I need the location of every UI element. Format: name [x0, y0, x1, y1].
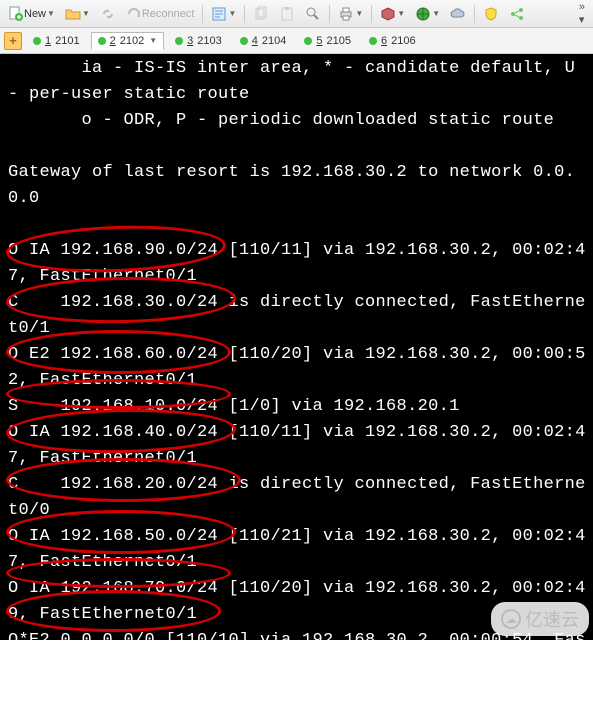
- terminal-line: O*E2 0.0.0.0/0 [110/10] via 192.168.30.2…: [8, 631, 586, 676]
- dropdown-icon: ▼: [82, 9, 90, 18]
- link-button: [96, 3, 120, 25]
- chain-icon: [100, 6, 116, 22]
- share-button[interactable]: [505, 3, 529, 25]
- add-tab-button[interactable]: +: [4, 32, 22, 50]
- find-button[interactable]: [301, 3, 325, 25]
- separator: [329, 5, 330, 23]
- tab-2102[interactable]: 22102▼: [91, 32, 165, 50]
- tab-2106[interactable]: 62106: [362, 32, 423, 50]
- cloud-icon: [450, 6, 466, 22]
- tab-2104[interactable]: 42104: [233, 32, 294, 50]
- dropdown-icon: ▼: [149, 36, 157, 45]
- tab-2101[interactable]: 12101: [26, 32, 87, 50]
- terminal-line: C 192.168.30.0/24 is directly connected,…: [8, 293, 586, 338]
- separator: [371, 5, 372, 23]
- status-dot-icon: [175, 37, 183, 45]
- dropdown-icon: ▼: [355, 9, 363, 18]
- share-icon: [509, 6, 525, 22]
- separator: [474, 5, 475, 23]
- search-icon: [305, 6, 321, 22]
- dropdown-icon: ▼: [397, 9, 405, 18]
- status-dot-icon: [304, 37, 312, 45]
- terminal-line: o - ODR, P - periodic downloaded static …: [8, 111, 554, 130]
- status-dot-icon: [98, 37, 106, 45]
- globe-icon: [415, 6, 431, 22]
- dropdown-icon: ▼: [432, 9, 440, 18]
- tab-2105[interactable]: 52105: [297, 32, 358, 50]
- separator: [202, 5, 203, 23]
- dropdown-icon: ▼: [228, 9, 236, 18]
- box-icon: [380, 6, 396, 22]
- new-button[interactable]: New ▼: [4, 3, 59, 25]
- box-button[interactable]: ▼: [376, 3, 409, 25]
- terminal-line: O IA 192.168.70.0/24 [110/20] via 192.16…: [8, 579, 586, 624]
- properties-button[interactable]: ▼: [207, 3, 240, 25]
- folder-open-icon: [65, 6, 81, 22]
- copy-button: [249, 3, 273, 25]
- terminal-line: C 192.168.20.0/24 is directly connected,…: [8, 475, 586, 520]
- terminal-line: O IA 192.168.50.0/24 [110/21] via 192.16…: [8, 527, 586, 572]
- printer-icon: [338, 6, 354, 22]
- status-dot-icon: [369, 37, 377, 45]
- reconnect-label: Reconnect: [142, 8, 195, 20]
- shield-icon: [483, 6, 499, 22]
- globe-button[interactable]: ▼: [411, 3, 444, 25]
- dropdown-icon: ▼: [47, 9, 55, 18]
- properties-icon: [211, 6, 227, 22]
- terminal-line: S 192.168.10.0/24 [1/0] via 192.168.20.1: [8, 397, 460, 416]
- cloud-button[interactable]: [446, 3, 470, 25]
- print-button[interactable]: ▼: [334, 3, 367, 25]
- terminal-output[interactable]: ia - IS-IS inter area, * - candidate def…: [0, 54, 593, 640]
- reconnect-icon: [126, 6, 142, 22]
- terminal-line: ia - IS-IS inter area, * - candidate def…: [8, 59, 586, 104]
- terminal-line: O IA 192.168.40.0/24 [110/11] via 192.16…: [8, 423, 586, 468]
- status-dot-icon: [33, 37, 41, 45]
- toolbar-overflow[interactable]: »▾: [575, 1, 589, 26]
- open-button[interactable]: ▼: [61, 3, 94, 25]
- cursor-icon: [40, 684, 50, 702]
- new-label: New: [24, 8, 46, 20]
- separator: [244, 5, 245, 23]
- reconnect-button: Reconnect: [122, 3, 199, 25]
- main-toolbar: New ▼ ▼ Reconnect ▼ ▼ ▼ ▼ »▾: [0, 0, 593, 28]
- status-dot-icon: [240, 37, 248, 45]
- paste-icon: [279, 6, 295, 22]
- tab-bar: + 12101 22102▼ 32103 42104 52105 62106: [0, 28, 593, 54]
- terminal-line: O E2 192.168.60.0/24 [110/20] via 192.16…: [8, 345, 586, 390]
- paste-button: [275, 3, 299, 25]
- terminal-prompt: R2#: [8, 683, 40, 702]
- tab-2103[interactable]: 32103: [168, 32, 229, 50]
- copy-icon: [253, 6, 269, 22]
- security-button[interactable]: [479, 3, 503, 25]
- new-file-icon: [8, 6, 24, 22]
- terminal-line: O IA 192.168.90.0/24 [110/11] via 192.16…: [8, 241, 586, 286]
- terminal-line: Gateway of last resort is 192.168.30.2 t…: [8, 163, 575, 208]
